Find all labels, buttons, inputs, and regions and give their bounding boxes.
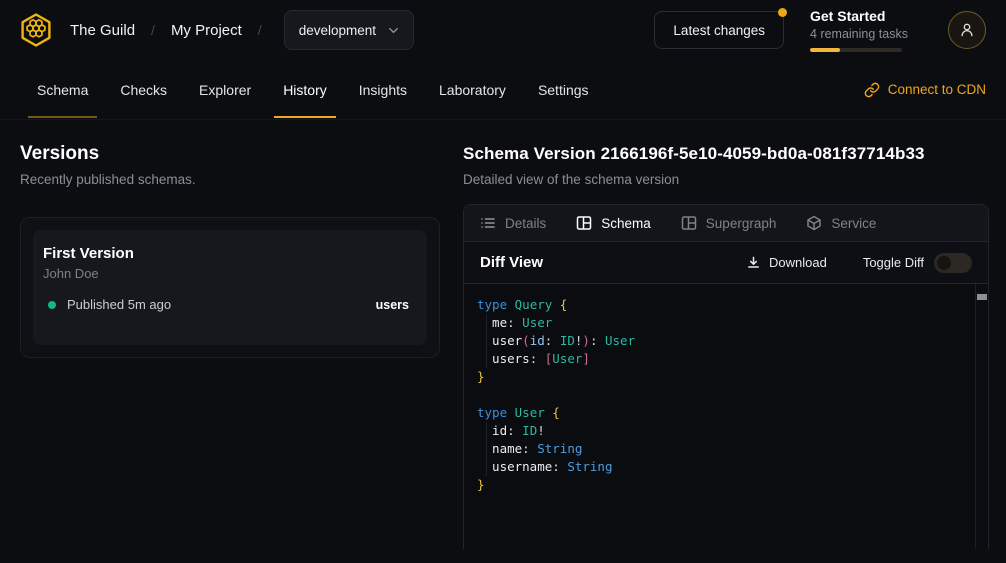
versions-list-card: First Version John Doe Published 5m ago … [20,217,440,358]
version-detail-subtitle: Detailed view of the schema version [463,171,989,188]
code-scrollbar-thumb[interactable] [977,294,987,300]
diff-view-header: Diff View Download Toggle Diff [464,242,988,284]
tab-details-label: Details [505,216,546,231]
code-line [477,386,975,404]
app-root: The Guild / My Project / development Lat… [0,0,1006,549]
main-nav: Schema Checks Explorer History Insights … [0,60,1006,120]
latest-changes-button[interactable]: Latest changes [654,11,784,49]
code-line: name: String [477,440,975,458]
get-started-remaining-tasks: 4 remaining tasks [810,26,922,42]
version-list-item[interactable]: First Version John Doe Published 5m ago … [33,230,427,345]
breadcrumb-separator: / [258,22,262,38]
version-detail-panel: Schema Version 2166196f-5e10-4059-bd0a-0… [463,120,989,549]
version-name: First Version [43,244,409,263]
code-line: } [477,368,975,386]
published-status-dot-icon [48,301,56,309]
schema-code-panel: type Query { me: User user(id: ID!): Use… [464,284,988,549]
nav-tab-settings[interactable]: Settings [529,60,598,119]
code-line: username: String [477,458,975,476]
code-line: user(id: ID!): User [477,332,975,350]
breadcrumb-org[interactable]: The Guild [70,22,135,39]
get-started-progress-bar [810,48,902,52]
version-detail-title: Schema Version 2166196f-5e10-4059-bd0a-0… [463,142,989,166]
schema-sdl-code[interactable]: type Query { me: User user(id: ID!): Use… [464,284,975,549]
target-select-value: development [299,23,376,38]
nav-tab-laboratory[interactable]: Laboratory [430,60,515,119]
guild-logo-icon[interactable] [16,10,56,50]
code-line: users: [User] [477,350,975,368]
versions-title: Versions [20,142,440,166]
nav-tabs: Schema Checks Explorer History Insights … [28,60,598,119]
columns-icon [576,215,592,231]
cube-icon [806,215,822,231]
target-select[interactable]: development [284,10,414,50]
avatar[interactable] [948,11,986,49]
list-icon [480,215,496,231]
toggle-diff-label: Toggle Diff [863,255,924,270]
tab-service-label: Service [831,216,876,231]
versions-panel: Versions Recently published schemas. Fir… [20,120,440,549]
version-published-status: Published 5m ago [67,297,171,312]
tab-schema[interactable]: Schema [576,215,651,231]
tab-service[interactable]: Service [806,215,876,231]
toggle-diff-switch[interactable] [934,253,972,273]
chevron-down-icon [386,23,401,38]
diff-view-title: Diff View [480,254,543,271]
code-line: id: ID! [477,422,975,440]
version-detail-tabs: Details Schema Supergraph [464,205,988,242]
get-started-widget[interactable]: Get Started 4 remaining tasks [810,8,922,52]
code-scrollbar[interactable] [975,284,988,549]
main-content: Versions Recently published schemas. Fir… [0,120,1006,549]
nav-tab-explorer[interactable]: Explorer [190,60,260,119]
get-started-title: Get Started [810,8,922,25]
nav-tab-history[interactable]: History [274,60,336,119]
header-actions: Latest changes Get Started 4 remaining t… [654,8,986,52]
tab-details[interactable]: Details [480,215,546,231]
connect-to-cdn-link[interactable]: Connect to CDN [864,60,986,119]
columns-icon [681,215,697,231]
breadcrumb-separator: / [151,22,155,38]
version-detail-box: Details Schema Supergraph [463,204,989,549]
version-service-badge: users [376,298,409,312]
breadcrumb: The Guild / My Project / development [16,10,414,50]
latest-changes-label: Latest changes [673,23,765,38]
download-label: Download [769,255,827,270]
nav-tab-schema[interactable]: Schema [28,60,97,119]
tab-schema-label: Schema [601,216,651,231]
code-line: type Query { [477,296,975,314]
version-author: John Doe [43,266,409,281]
code-line: me: User [477,314,975,332]
breadcrumb-project[interactable]: My Project [171,22,242,39]
user-icon [958,21,976,39]
nav-tab-checks[interactable]: Checks [111,60,176,119]
code-line: } [477,476,975,494]
nav-tab-insights[interactable]: Insights [350,60,416,119]
tab-supergraph-label: Supergraph [706,216,777,231]
link-icon [864,82,880,98]
download-button[interactable]: Download [746,255,827,270]
top-header: The Guild / My Project / development Lat… [0,0,1006,60]
code-line: type User { [477,404,975,422]
connect-to-cdn-label: Connect to CDN [888,82,986,97]
get-started-progress-fill [810,48,840,52]
toggle-knob [937,256,951,270]
version-status-row: Published 5m ago users [43,297,409,312]
diff-view-actions: Download Toggle Diff [746,253,972,273]
tab-supergraph[interactable]: Supergraph [681,215,777,231]
versions-subtitle: Recently published schemas. [20,171,440,188]
download-icon [746,255,761,270]
notification-dot-icon [778,8,787,17]
